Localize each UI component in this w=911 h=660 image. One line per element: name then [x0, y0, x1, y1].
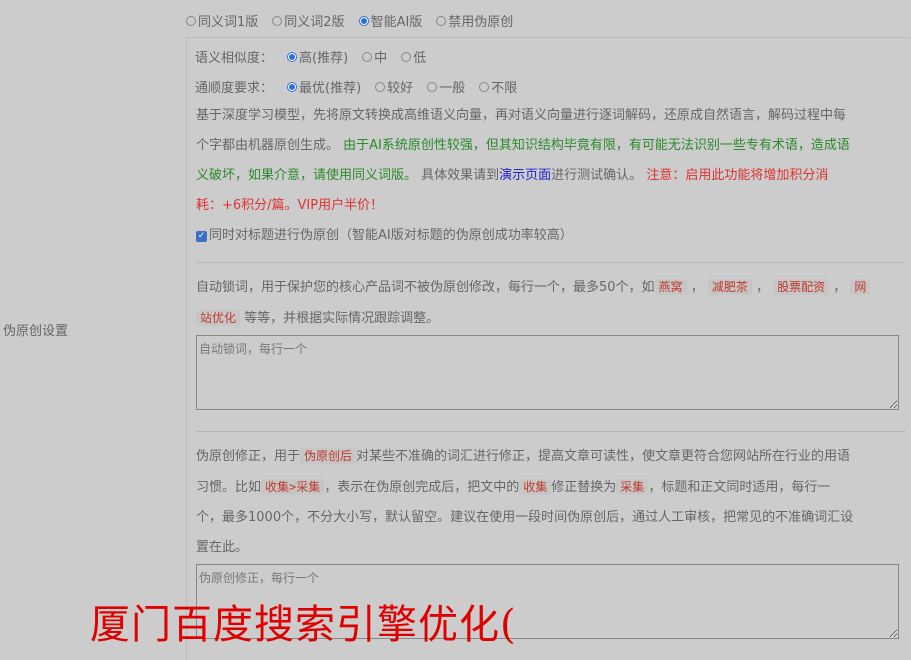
similarity-mid[interactable]: 中: [362, 47, 387, 66]
checkbox-checked-icon[interactable]: ✓: [196, 230, 207, 242]
desc-line: 义破坏，如果介意，请使用同义词版。 具体效果请到演示页面进行测试确认。 注意：启…: [196, 168, 829, 183]
radio-icon[interactable]: [375, 81, 386, 92]
divider: [196, 262, 905, 263]
example-tag: 收集: [519, 479, 552, 495]
radio-icon[interactable]: [186, 15, 196, 26]
row-label: 伪原创设置: [3, 324, 69, 339]
ai-settings-panel: 语义相似度： 高(推荐) 中 低 通顺度要求： 最优(推荐) 较好 一般 不限 …: [186, 37, 909, 660]
radio-icon[interactable]: [427, 81, 438, 92]
similarity-group: 语义相似度： 高(推荐) 中 低: [195, 47, 426, 66]
demo-page-link[interactable]: 演示页面: [499, 168, 551, 183]
example-tag: 网: [850, 279, 871, 295]
fluency-best[interactable]: 最优(推荐): [287, 77, 361, 96]
fix-line: 习惯。比如 收集>采集 ，表示在伪原创完成后，把文中的 收集 修正替换为 采集 ，标题和正文…: [196, 479, 831, 495]
lock-line: 自动锁词，用于保护您的核心产品词不被伪原创修改，每行一个，最多50个，如 燕窝 ，…: [196, 272, 906, 303]
example-tag: 股票配资: [773, 279, 830, 295]
desc-line: 耗：+6积分/篇。VIP用户半价！: [196, 198, 384, 213]
fluency-label: 通顺度要求：: [195, 81, 274, 96]
lock-line: 站优化 等等，并根据实际情况跟踪调整。: [196, 303, 906, 334]
example-tag: 收集>采集: [261, 479, 325, 495]
fluency-good[interactable]: 较好: [375, 77, 413, 96]
similarity-label: 语义相似度：: [195, 51, 274, 66]
radio-icon[interactable]: [436, 15, 447, 26]
fix-line: 个，最多1000个，不分大小写，默认留空。建议在使用一段时间伪原创后，通过人工审…: [196, 510, 854, 525]
version-option-ai[interactable]: 智能AI版: [358, 11, 422, 30]
overlay-watermark-text: 厦门百度搜索引擎优化(: [90, 602, 517, 648]
example-tag: 燕窝: [654, 279, 687, 295]
example-tag: 伪原创后: [300, 448, 357, 464]
example-tag: 减肥茶: [707, 279, 752, 295]
radio-selected-icon[interactable]: [287, 81, 298, 92]
title-pseudo-checkbox[interactable]: ✓ 同时对标题进行伪原创（智能AI版对标题的伪原创成功率较高）: [196, 221, 906, 251]
fix-line: 伪原创修正，用于 伪原创后 对某些不准确的词汇进行修正，提高文章可读性，使文章更符合…: [196, 448, 851, 464]
radio-selected-icon[interactable]: [358, 15, 369, 26]
version-option-synonym1[interactable]: 同义词1版: [186, 11, 258, 30]
similarity-high[interactable]: 高(推荐): [287, 47, 348, 66]
desc-line: 个字都由机器原创生成。 由于AI系统原创性较强，但其知识结构毕竟有限，有可能无法…: [196, 138, 850, 153]
label-column: 伪原创设置: [3, 0, 183, 658]
example-tag: 采集: [616, 479, 649, 495]
ai-description: 基于深度学习模型，先将原文转换成高维语义向量，再对语义向量进行逐词解码，还原成自…: [196, 101, 906, 221]
fluency-group: 通顺度要求： 最优(推荐) 较好 一般 不限: [195, 77, 517, 96]
divider: [196, 431, 905, 432]
lock-words-textarea[interactable]: [196, 335, 899, 410]
fluency-any[interactable]: 不限: [479, 77, 517, 96]
radio-selected-icon[interactable]: [287, 51, 298, 62]
fix-words-description: 伪原创修正，用于 伪原创后 对某些不准确的词汇进行修正，提高文章可读性，使文章更符合…: [196, 441, 906, 563]
lock-words-description: 自动锁词，用于保护您的核心产品词不被伪原创修改，每行一个，最多50个，如 燕窝 ，…: [196, 272, 906, 334]
version-radio-group: 同义词1版 同义词2版 智能AI版 禁用伪原创: [186, 11, 513, 30]
radio-icon[interactable]: [479, 81, 490, 92]
version-option-synonym2[interactable]: 同义词2版: [272, 11, 345, 30]
radio-icon[interactable]: [362, 51, 373, 62]
version-option-disable[interactable]: 禁用伪原创: [436, 11, 513, 30]
similarity-low[interactable]: 低: [401, 47, 426, 66]
radio-icon[interactable]: [401, 51, 412, 62]
radio-icon[interactable]: [272, 15, 283, 26]
desc-line: 基于深度学习模型，先将原文转换成高维语义向量，再对语义向量进行逐词解码，还原成自…: [196, 108, 847, 123]
fluency-normal[interactable]: 一般: [427, 77, 465, 96]
settings-content: 同义词1版 同义词2版 智能AI版 禁用伪原创 语义相似度： 高(推荐) 中 低…: [183, 0, 911, 660]
fix-line: 置在此。: [196, 540, 249, 555]
example-tag: 站优化: [196, 310, 241, 326]
